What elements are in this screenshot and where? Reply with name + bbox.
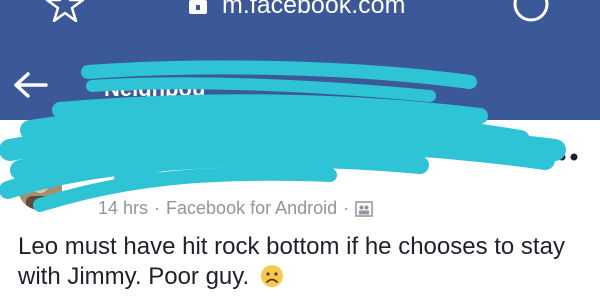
facebook-header: m.facebook.com Neighbou	[0, 0, 600, 120]
post-meta: 14 hrs · Facebook for Android ·	[98, 198, 373, 219]
browser-url-bar: m.facebook.com	[0, 0, 600, 34]
lock-icon	[189, 0, 207, 14]
meta-separator-2: ·	[343, 198, 350, 218]
post-source: Facebook for Android	[166, 198, 338, 218]
tab-switcher-icon[interactable]	[511, 0, 551, 24]
sad-face-emoji-icon	[260, 265, 283, 287]
back-arrow-icon[interactable]	[12, 70, 50, 100]
url-text[interactable]: m.facebook.com	[222, 0, 405, 20]
post-body: Leo must have hit rock bottom if he choo…	[18, 232, 588, 292]
more-options-icon[interactable]	[542, 150, 582, 164]
star-icon[interactable]	[45, 0, 85, 22]
group-title[interactable]: Neighbou	[104, 76, 205, 102]
group-audience-icon	[355, 200, 373, 217]
avatar-image	[18, 166, 62, 210]
post-text: Leo must have hit rock bottom if he choo…	[18, 233, 565, 290]
avatar[interactable]	[18, 166, 62, 210]
post-time[interactable]: 14 hrs	[98, 198, 148, 219]
meta-separator: ·	[154, 198, 161, 218]
